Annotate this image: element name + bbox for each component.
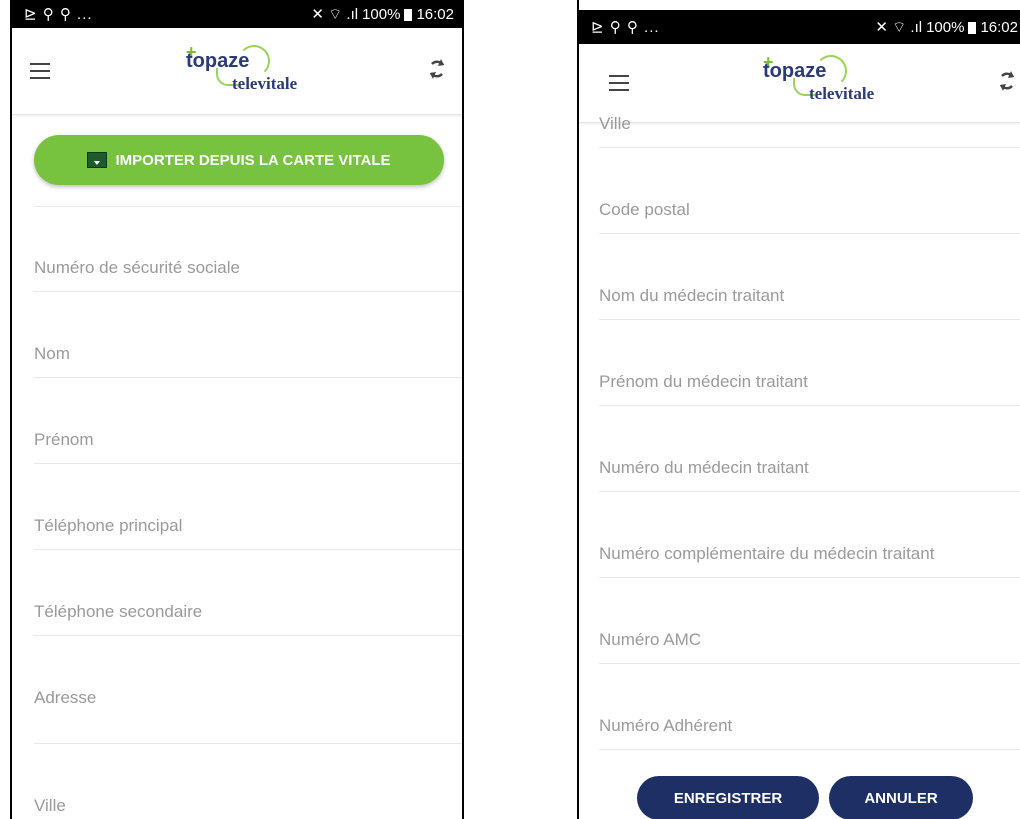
field-label: Téléphone principal — [34, 516, 183, 535]
field-label: Nom du médecin traitant — [599, 286, 785, 305]
sync-icon[interactable] — [996, 68, 1018, 94]
app-bar: + topaze televitale — [12, 28, 462, 115]
field-numero-complementaire-medecin[interactable]: Numéro complémentaire du médecin traitan… — [599, 492, 1020, 578]
field-label: Numéro complémentaire du médecin traitan… — [599, 544, 935, 563]
form-actions: ENREGISTRER ANNULER — [637, 776, 973, 819]
field-telephone-principal[interactable]: Téléphone principal — [34, 464, 462, 550]
status-time: 16:02 — [980, 19, 1018, 36]
battery-percent: 100% — [362, 6, 401, 23]
menu-icon[interactable] — [30, 63, 50, 79]
menu-icon[interactable] — [609, 75, 629, 91]
signal-icon: ✕ ⌔ .ıl — [875, 19, 923, 36]
field-numero-adherent[interactable]: Numéro Adhérent — [599, 664, 1020, 750]
app-logo: + topaze televitale — [174, 42, 324, 102]
phone-screen-right: ⊵ ⚲ ⚲ ... ✕ ⌔ .ıl 100% 16:02 + topaze te… — [577, 0, 1020, 819]
status-bar: ⊵ ⚲ ⚲ ... ✕ ⌔ .ıl 100% 16:02 — [579, 10, 1020, 44]
card-reader-icon — [87, 152, 108, 168]
status-left-icons: ⊵ ⚲ ⚲ ... — [24, 6, 93, 23]
battery-percent: 100% — [926, 19, 965, 36]
field-ville-partial[interactable]: Ville — [599, 92, 1020, 148]
field-numero-securite-sociale[interactable]: Numéro de sécurité sociale — [34, 206, 462, 292]
field-label: Ville — [599, 114, 631, 133]
annuler-button[interactable]: ANNULER — [829, 776, 973, 819]
field-label: Numéro Adhérent — [599, 716, 733, 735]
field-nom[interactable]: Nom — [34, 292, 462, 378]
import-button-label: IMPORTER DEPUIS LA CARTE VITALE — [115, 151, 391, 169]
field-label: Prénom du médecin traitant — [599, 372, 808, 391]
field-underline — [599, 749, 1020, 750]
field-label: Nom — [34, 344, 70, 363]
status-left-icons: ⊵ ⚲ ⚲ ... — [591, 19, 660, 36]
field-label: Adresse — [34, 688, 97, 707]
field-nom-medecin-traitant[interactable]: Nom du médecin traitant — [599, 234, 1020, 320]
field-telephone-secondaire[interactable]: Téléphone secondaire — [34, 550, 462, 636]
sync-icon[interactable] — [426, 56, 448, 82]
status-bar: ⊵ ⚲ ⚲ ... ✕ ⌔ .ıl 100% 16:02 — [12, 0, 462, 28]
logo-televitale-text: televitale — [232, 74, 298, 93]
field-label: Numéro du médecin traitant — [599, 458, 809, 477]
field-label: Prénom — [34, 430, 94, 449]
logo-wave-icon — [815, 55, 847, 87]
field-code-postal[interactable]: Code postal — [599, 148, 1020, 234]
field-numero-medecin-traitant[interactable]: Numéro du médecin traitant — [599, 406, 1020, 492]
phone-screen-left: ⊵ ⚲ ⚲ ... ✕ ⌔ .ıl 100% 16:02 + topaze te… — [10, 0, 464, 819]
status-right: ✕ ⌔ .ıl 100% 16:02 — [311, 5, 454, 24]
status-right: ✕ ⌔ .ıl 100% 16:02 — [875, 18, 1018, 37]
logo-wave-icon — [238, 45, 270, 77]
field-label: Code postal — [599, 200, 690, 219]
field-numero-amc[interactable]: Numéro AMC — [599, 578, 1020, 664]
field-label: Numéro de sécurité sociale — [34, 258, 240, 277]
signal-icon: ✕ ⌔ .ıl — [311, 6, 359, 23]
import-carte-vitale-button[interactable]: IMPORTER DEPUIS LA CARTE VITALE — [34, 135, 444, 185]
field-label: Téléphone secondaire — [34, 602, 203, 621]
enregistrer-button[interactable]: ENREGISTRER — [637, 776, 819, 819]
field-ville[interactable]: Ville — [34, 744, 462, 819]
field-prenom-medecin-traitant[interactable]: Prénom du médecin traitant — [599, 320, 1020, 406]
status-time: 16:02 — [416, 6, 454, 23]
battery-icon — [404, 8, 413, 21]
field-label: Ville — [34, 796, 66, 815]
battery-icon — [968, 21, 977, 34]
field-label: Numéro AMC — [599, 630, 702, 649]
field-adresse[interactable]: Adresse — [34, 636, 462, 744]
field-prenom[interactable]: Prénom — [34, 378, 462, 464]
